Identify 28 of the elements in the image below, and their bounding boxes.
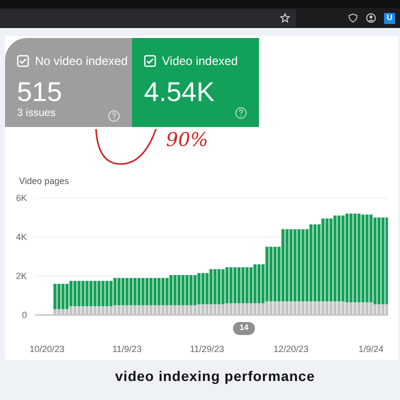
y-tick-label: 2K <box>16 270 27 280</box>
axis-title: Video pages <box>19 175 70 188</box>
help-icon[interactable] <box>108 110 120 122</box>
star-icon[interactable] <box>280 13 290 23</box>
card-value: 515 <box>17 79 64 106</box>
metric-card[interactable]: Video indexed 4.54K <box>132 38 259 127</box>
y-tick-label: 6K <box>16 192 27 202</box>
x-tick-label: 11/9/23 <box>112 344 142 354</box>
profile-icon[interactable] <box>366 13 376 23</box>
extension-icon[interactable]: U <box>384 12 395 24</box>
checkbox-icon[interactable] <box>144 55 156 67</box>
checkbox-icon[interactable] <box>17 55 29 67</box>
help-icon[interactable] <box>235 107 247 119</box>
handwritten-note: 90% <box>166 131 208 153</box>
x-tick-label: 1/9/24 <box>358 344 384 354</box>
x-tick-label: 10/20/23 <box>29 344 65 354</box>
card-label: Video indexed <box>162 53 238 70</box>
card-label: No video indexed <box>35 53 128 70</box>
metric-card[interactable]: No video indexed 515 3 issues <box>5 38 132 127</box>
shield-icon[interactable] <box>348 13 358 23</box>
caption: video indexing performance <box>114 367 316 386</box>
y-tick-label: 4K <box>16 232 27 242</box>
y-tick-label: 0 <box>22 310 27 320</box>
x-tick-label: 12/20/23 <box>273 344 309 354</box>
x-tick-label: 11/29/23 <box>190 344 224 354</box>
card-value: 4.54K <box>144 79 216 106</box>
issues-count: 3 issues <box>17 106 56 121</box>
annotation-marker[interactable]: 14 <box>233 322 255 334</box>
